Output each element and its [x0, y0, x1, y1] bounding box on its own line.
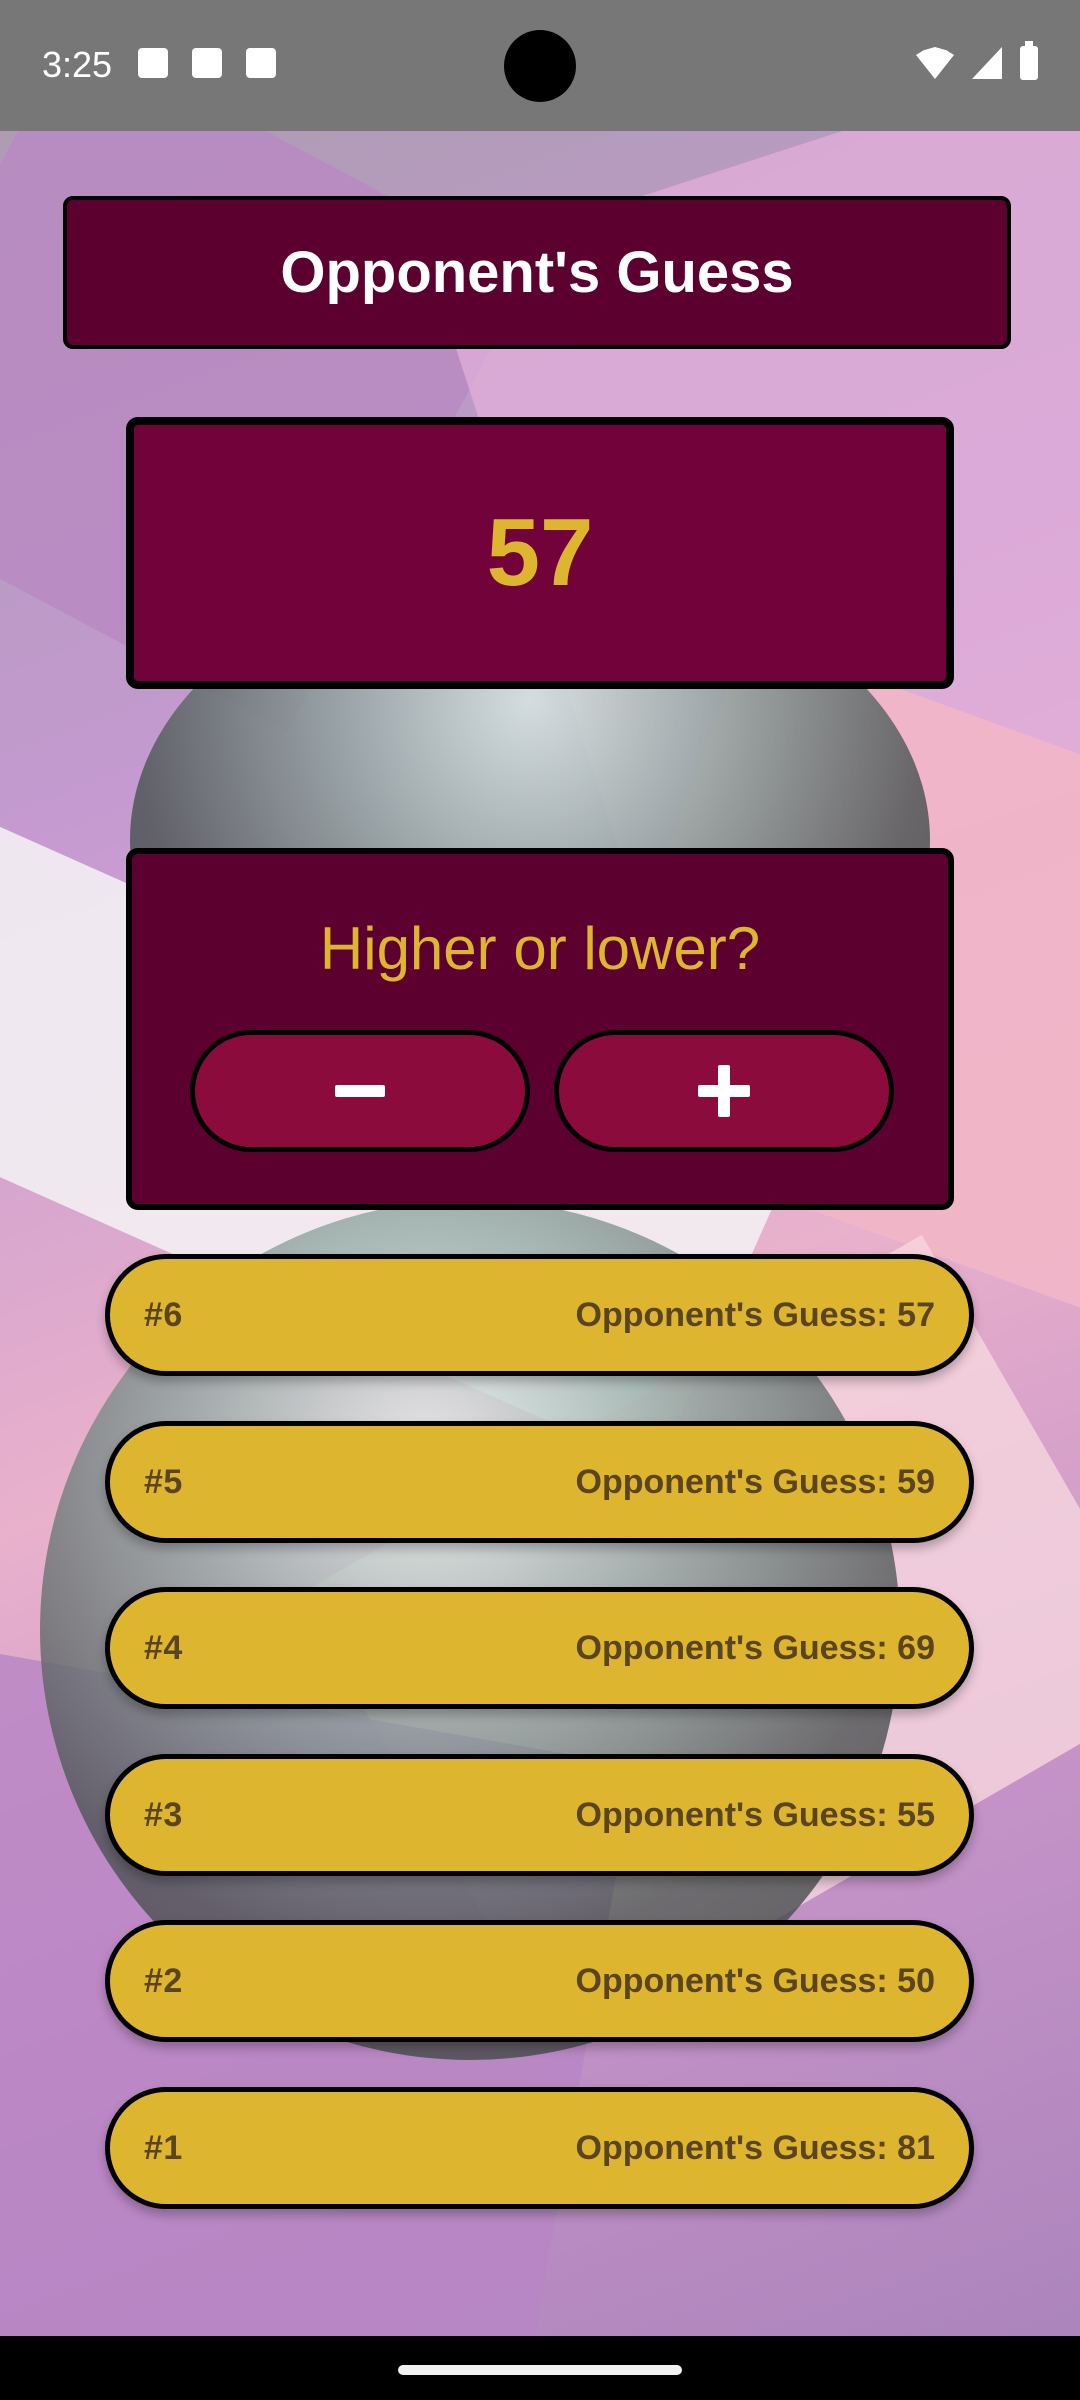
battery-icon [1020, 41, 1038, 80]
guess-text: Opponent's Guess: 69 [575, 1628, 936, 1667]
higher-lower-prompt: Higher or lower? [319, 915, 761, 982]
higher-lower-card: Higher or lower? [126, 848, 954, 1210]
higher-button[interactable] [554, 1030, 894, 1152]
guess-log-item: #2 Opponent's Guess: 50 [105, 1920, 974, 2042]
shield-play-icon [138, 48, 168, 78]
sd-card-icon [192, 48, 222, 78]
round-number: #6 [144, 1295, 183, 1334]
guess-text: Opponent's Guess: 59 [575, 1462, 936, 1501]
guess-text: Opponent's Guess: 50 [575, 1961, 936, 2000]
guess-log-item: #1 Opponent's Guess: 81 [105, 2087, 974, 2209]
status-bar: 3:25 [0, 0, 1080, 131]
current-guess-box: 57 [126, 417, 954, 689]
lower-button[interactable] [190, 1030, 530, 1152]
plus-icon [698, 1065, 750, 1117]
signal-icon [972, 47, 1002, 79]
round-number: #1 [144, 2128, 183, 2167]
guess-text: Opponent's Guess: 55 [575, 1795, 936, 1834]
page-title: Opponent's Guess [280, 240, 794, 305]
wifi-icon [916, 47, 954, 79]
camera-cutout [504, 30, 576, 102]
guess-log-item: #5 Opponent's Guess: 59 [105, 1421, 974, 1543]
status-time: 3:25 [42, 44, 113, 85]
round-number: #4 [144, 1628, 183, 1667]
minus-icon [335, 1085, 385, 1097]
guess-text: Opponent's Guess: 81 [575, 2128, 936, 2167]
page-title-box: Opponent's Guess [63, 196, 1011, 349]
guess-log-item: #3 Opponent's Guess: 55 [105, 1754, 974, 1876]
round-number: #3 [144, 1795, 183, 1834]
guess-log-item: #4 Opponent's Guess: 69 [105, 1587, 974, 1709]
round-number: #2 [144, 1961, 183, 2000]
home-gesture-handle[interactable] [398, 2365, 682, 2375]
guess-log-item: #6 Opponent's Guess: 57 [105, 1254, 974, 1376]
round-number: #5 [144, 1462, 183, 1501]
current-guess-number: 57 [486, 499, 594, 606]
font-a-icon [246, 48, 276, 78]
guess-text: Opponent's Guess: 57 [575, 1295, 936, 1334]
